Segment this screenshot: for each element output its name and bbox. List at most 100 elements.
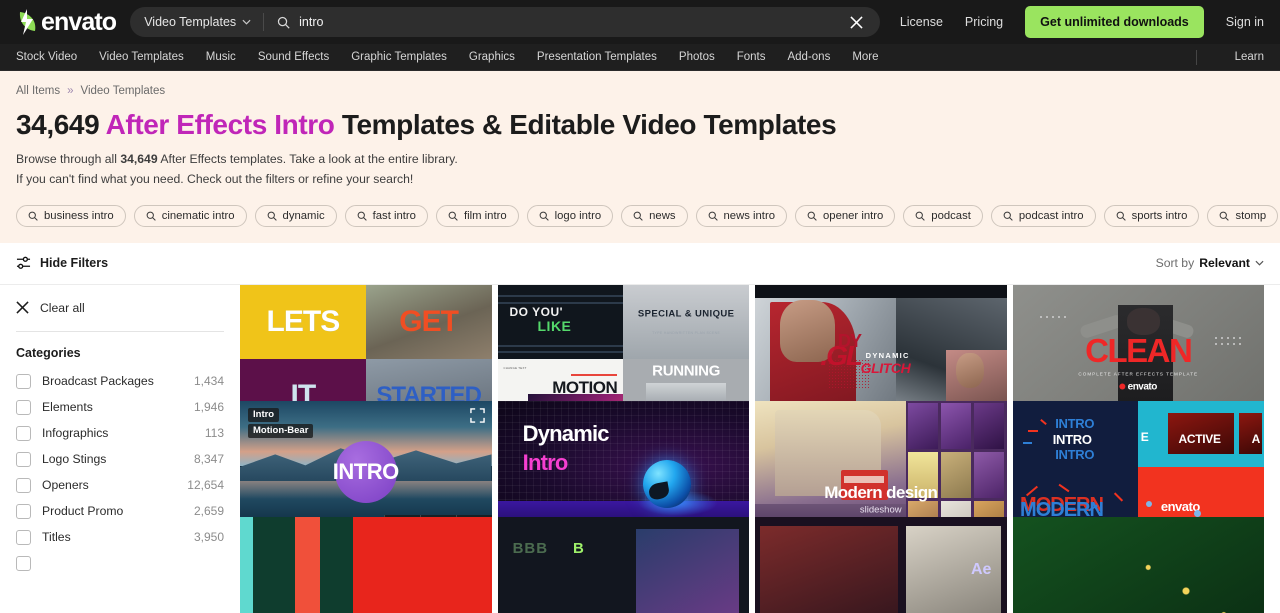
page-title-rest: Templates & Editable Video Templates — [341, 109, 837, 140]
nav-item-video-templates[interactable]: Video Templates — [99, 51, 184, 63]
nav-item-photos[interactable]: Photos — [679, 51, 715, 63]
chip-sports-intro[interactable]: sports intro — [1103, 204, 1200, 227]
search-icon — [357, 211, 367, 221]
search-icon — [539, 211, 549, 221]
chip-logo-intro[interactable]: logo intro — [526, 204, 614, 227]
sort-by-value: Relevant — [1199, 256, 1250, 271]
clear-search-button[interactable] — [842, 7, 872, 37]
nav-item-graphic-templates[interactable]: Graphic Templates — [351, 51, 447, 63]
clear-all-button[interactable]: Clear all — [16, 301, 224, 315]
chip-label: sports intro — [1131, 209, 1188, 222]
facet-label: Broadcast Packages — [42, 374, 154, 389]
pricing-link[interactable]: Pricing — [965, 15, 1003, 29]
thumb-text: GLITCH — [860, 360, 911, 377]
card-row3-bbbb[interactable]: BBB B — [497, 516, 749, 613]
checkbox[interactable] — [16, 529, 31, 545]
checkbox[interactable] — [16, 451, 31, 467]
search-category-select[interactable]: Video Templates — [144, 15, 263, 29]
chip-label: business intro — [44, 209, 114, 222]
facet-partial-next[interactable] — [16, 555, 224, 571]
chip-label: opener intro — [823, 209, 884, 222]
search-icon — [28, 211, 38, 221]
chip-stomp[interactable]: stomp — [1207, 204, 1279, 227]
facet-broadcast-packages[interactable]: Broadcast Packages 1,434 — [16, 373, 224, 389]
checkbox[interactable] — [16, 503, 31, 519]
hide-filters-button[interactable]: Hide Filters — [16, 256, 108, 270]
search-icon — [1220, 211, 1230, 221]
envato-logo[interactable]: envato — [16, 8, 117, 37]
sign-in-link[interactable]: Sign in — [1226, 15, 1264, 29]
chip-podcast-intro[interactable]: podcast intro — [990, 204, 1096, 227]
search-input[interactable] — [299, 15, 842, 29]
chip-news[interactable]: news — [621, 204, 688, 227]
card-row3-winter[interactable] — [1012, 516, 1264, 613]
top-bar: envato Video Templates License Pricing G… — [0, 0, 1280, 44]
chip-podcast[interactable]: podcast — [903, 204, 983, 227]
license-link[interactable]: License — [900, 15, 943, 29]
sort-by-dropdown[interactable]: Sort by Relevant — [1156, 256, 1264, 270]
search-icon — [1116, 211, 1126, 221]
fullscreen-button[interactable] — [469, 407, 485, 423]
search-bar: Video Templates — [130, 7, 880, 37]
chip-film-intro[interactable]: film intro — [435, 204, 519, 227]
facet-titles[interactable]: Titles 3,950 — [16, 529, 224, 545]
chip-label: podcast — [931, 209, 971, 222]
checkbox[interactable] — [16, 425, 31, 441]
facet-elements[interactable]: Elements 1,946 — [16, 399, 224, 415]
sliders-icon — [16, 256, 31, 270]
clear-all-label: Clear all — [40, 300, 85, 315]
facet-logo-stings[interactable]: Logo Stings 8,347 — [16, 451, 224, 467]
chip-label: podcast intro — [1018, 209, 1084, 222]
hero-sub-c: After Effects templates. Take a look at … — [157, 152, 458, 167]
nav-item-sound-effects[interactable]: Sound Effects — [258, 51, 329, 63]
facet-count: 1,434 — [193, 374, 224, 389]
search-icon — [708, 211, 718, 221]
facet-infographics[interactable]: Infographics 113 — [16, 425, 224, 441]
chip-opener-intro[interactable]: opener intro — [795, 204, 896, 227]
chip-label: news — [649, 209, 676, 222]
nav-item-more[interactable]: More — [852, 51, 878, 63]
breadcrumb-separator: » — [67, 85, 74, 97]
search-icon — [915, 211, 926, 221]
facet-openers[interactable]: Openers 12,654 — [16, 477, 224, 493]
thumb-text: TYPE HANDWRITTEN PLAN SCENE — [652, 330, 721, 335]
chip-news-intro[interactable]: news intro — [695, 204, 787, 227]
chip-cinematic-intro[interactable]: cinematic intro — [133, 204, 247, 227]
nav-item-fonts[interactable]: Fonts — [737, 51, 766, 63]
fullscreen-icon — [469, 407, 485, 423]
facet-product-promo[interactable]: Product Promo 2,659 — [16, 503, 224, 519]
thumb-text: LETS — [266, 304, 341, 338]
content-area: Clear all Categories Broadcast Packages … — [0, 284, 1280, 613]
facet-count: 8,347 — [193, 452, 224, 467]
thumb-text: DO YOU' — [509, 304, 563, 319]
chip-business-intro[interactable]: business intro — [16, 204, 126, 227]
checkbox[interactable] — [16, 399, 31, 415]
thumb-quadrant: GET — [365, 284, 492, 359]
chip-fast-intro[interactable]: fast intro — [344, 204, 428, 227]
chip-label: logo intro — [554, 209, 602, 222]
chip-dynamic[interactable]: dynamic — [254, 204, 337, 227]
nav-item-stock-video[interactable]: Stock Video — [16, 51, 77, 63]
nav-item-learn[interactable]: Learn — [1235, 51, 1264, 63]
facet-label: Elements — [42, 400, 93, 415]
hero-subtitle-line-2: If you can't find what you need. Check o… — [16, 171, 414, 186]
close-icon — [850, 15, 863, 29]
thumb-text: A — [1251, 431, 1261, 446]
nav-item-presentation-templates[interactable]: Presentation Templates — [537, 51, 657, 63]
page-title-count: 34,649 — [16, 109, 100, 140]
checkbox[interactable] — [16, 477, 31, 493]
hero-sub-count: 34,649 — [120, 152, 158, 167]
breadcrumb-all-items[interactable]: All Items — [16, 85, 60, 97]
facet-count: 3,950 — [193, 530, 224, 545]
checkbox[interactable] — [16, 555, 31, 571]
card-row3-red-green[interactable] — [240, 516, 492, 613]
facet-count: 1,946 — [193, 400, 224, 415]
get-unlimited-downloads-button[interactable]: Get unlimited downloads — [1025, 6, 1204, 38]
chevron-down-icon — [1255, 261, 1264, 266]
nav-item-add-ons[interactable]: Add-ons — [787, 51, 830, 63]
facet-label: Titles — [42, 530, 71, 545]
card-row3-ae[interactable]: Ae — [755, 516, 1007, 613]
nav-item-graphics[interactable]: Graphics — [469, 51, 515, 63]
checkbox[interactable] — [16, 373, 31, 389]
nav-item-music[interactable]: Music — [206, 51, 236, 63]
